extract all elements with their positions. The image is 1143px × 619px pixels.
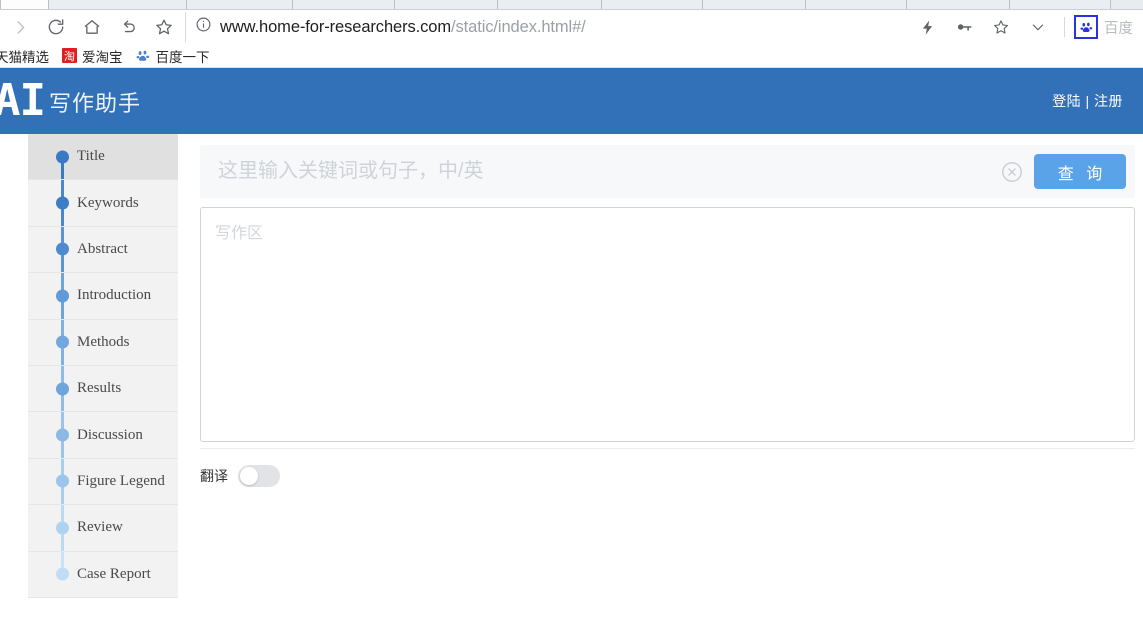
browser-toolbar: www.home-for-researchers.com/static/inde… bbox=[0, 10, 1143, 44]
taobao-icon: 淘 bbox=[62, 48, 77, 63]
timeline-dot-icon bbox=[56, 242, 69, 256]
chevron-down-icon[interactable] bbox=[1021, 12, 1055, 42]
timeline-dot-icon bbox=[56, 474, 69, 488]
timeline-dot-icon bbox=[56, 428, 69, 442]
sidebar-item-label: Results bbox=[77, 380, 122, 397]
back-icon[interactable] bbox=[111, 12, 145, 42]
timeline-dot-icon bbox=[56, 335, 69, 349]
url-text: www.home-for-researchers.com/static/inde… bbox=[220, 18, 586, 37]
lightning-icon[interactable] bbox=[910, 12, 944, 42]
bookmarks-bar: 天猫精选 淘 爱淘宝 百度一下 bbox=[0, 44, 1143, 68]
bookmark-label: 爱淘宝 bbox=[82, 49, 123, 65]
browser-tab[interactable] bbox=[395, 0, 498, 9]
sidebar-item-label: Keywords bbox=[77, 194, 139, 211]
sidebar-item-label: Title bbox=[77, 148, 105, 165]
browser-tab[interactable] bbox=[1010, 0, 1111, 9]
address-bar[interactable]: www.home-for-researchers.com/static/inde… bbox=[185, 12, 910, 42]
sidebar-item-figure-legend[interactable]: Figure Legend bbox=[28, 458, 178, 506]
url-host: www.home-for-researchers.com bbox=[220, 17, 452, 36]
translate-toggle-switch[interactable] bbox=[238, 465, 280, 487]
search-input[interactable] bbox=[200, 159, 1000, 184]
sidebar-item-title[interactable]: Title bbox=[28, 134, 178, 181]
bookmark-item[interactable]: 百度一下 bbox=[133, 46, 213, 66]
sidebar-item-keywords[interactable]: Keywords bbox=[28, 180, 178, 227]
search-button[interactable]: 查 询 bbox=[1034, 154, 1126, 189]
sidebar-item-label: Methods bbox=[77, 333, 130, 350]
bookmark-label: 百度一下 bbox=[155, 49, 210, 65]
baidu-extension-label: 百度 bbox=[1104, 20, 1133, 37]
sidebar-item-label: Introduction bbox=[77, 287, 152, 304]
browser-tab[interactable] bbox=[0, 0, 49, 9]
browser-tab[interactable] bbox=[907, 0, 1010, 9]
sidebar-item-label: Case Report bbox=[77, 565, 151, 582]
sidebar-item-results[interactable]: Results bbox=[28, 365, 178, 413]
browser-window: www.home-for-researchers.com/static/inde… bbox=[0, 0, 1143, 619]
browser-tab[interactable] bbox=[49, 0, 187, 9]
sidebar-item-methods[interactable]: Methods bbox=[28, 319, 178, 366]
browser-tab[interactable] bbox=[703, 0, 806, 9]
content-divider bbox=[200, 448, 1135, 449]
browser-tab[interactable] bbox=[187, 0, 293, 9]
writing-area-textarea[interactable] bbox=[200, 207, 1135, 442]
star-icon[interactable] bbox=[984, 12, 1018, 42]
translate-toggle-row: 翻译 bbox=[200, 465, 280, 487]
timeline-dot-icon bbox=[56, 196, 69, 210]
browser-tab[interactable] bbox=[806, 0, 907, 9]
url-path: /static/index.html#/ bbox=[451, 17, 586, 36]
browser-tab[interactable] bbox=[293, 0, 395, 9]
clear-circle-icon[interactable] bbox=[1000, 160, 1024, 184]
auth-links[interactable]: 登陆 | 注册 bbox=[1052, 91, 1143, 111]
sidebar-item-label: Abstract bbox=[77, 240, 128, 257]
bookmark-star-icon[interactable] bbox=[147, 12, 181, 42]
sidebar-item-case-report[interactable]: Case Report bbox=[28, 551, 178, 598]
section-sidebar: Title Keywords Abstract Introduction Methods… bbox=[28, 134, 178, 598]
bookmark-item[interactable]: 天猫精选 bbox=[0, 46, 52, 66]
sidebar-item-review[interactable]: Review bbox=[28, 505, 178, 552]
timeline-dot-icon bbox=[56, 567, 69, 581]
toolbar-divider bbox=[1064, 17, 1065, 37]
baidu-paw-icon[interactable] bbox=[1074, 15, 1098, 39]
sidebar-item-introduction[interactable]: Introduction bbox=[28, 273, 178, 320]
timeline-dot-icon bbox=[56, 289, 69, 303]
info-circle-icon[interactable] bbox=[195, 16, 212, 38]
bookmark-item[interactable]: 淘 爱淘宝 bbox=[59, 46, 126, 66]
timeline-dot-icon bbox=[56, 382, 69, 396]
timeline-dot-icon bbox=[56, 150, 69, 164]
app-logo-text: AI bbox=[0, 74, 46, 126]
translate-label: 翻译 bbox=[200, 468, 228, 484]
browser-tab[interactable] bbox=[602, 0, 703, 9]
sidebar-item-label: Discussion bbox=[77, 426, 143, 443]
forward-icon[interactable] bbox=[3, 12, 37, 42]
timeline-dot-icon bbox=[56, 521, 69, 535]
reload-icon[interactable] bbox=[39, 12, 73, 42]
toggle-knob bbox=[240, 467, 258, 485]
sidebar-item-label: Figure Legend bbox=[77, 472, 165, 489]
sidebar-item-abstract[interactable]: Abstract bbox=[28, 226, 178, 274]
browser-tab-strip[interactable] bbox=[0, 0, 1143, 10]
app-logo[interactable]: AI 写作助手 bbox=[0, 74, 141, 126]
baidu-extension[interactable]: 百度 bbox=[1074, 15, 1133, 39]
navigation-buttons bbox=[0, 12, 181, 42]
app-logo-subtitle: 写作助手 bbox=[48, 91, 141, 117]
key-icon[interactable] bbox=[947, 12, 981, 42]
baidu-paw-icon bbox=[136, 48, 151, 63]
main-content: 查 询 翻译 bbox=[178, 134, 1143, 619]
search-bar: 查 询 bbox=[200, 145, 1135, 198]
toolbar-right-actions: 百度 bbox=[910, 12, 1143, 42]
sidebar-item-label: Review bbox=[77, 519, 123, 536]
app-header: AI 写作助手 登陆 | 注册 bbox=[0, 68, 1143, 134]
browser-tab[interactable] bbox=[498, 0, 602, 9]
bookmark-label: 天猫精选 bbox=[0, 49, 49, 65]
sidebar-item-discussion[interactable]: Discussion bbox=[28, 412, 178, 459]
home-icon[interactable] bbox=[75, 12, 109, 42]
